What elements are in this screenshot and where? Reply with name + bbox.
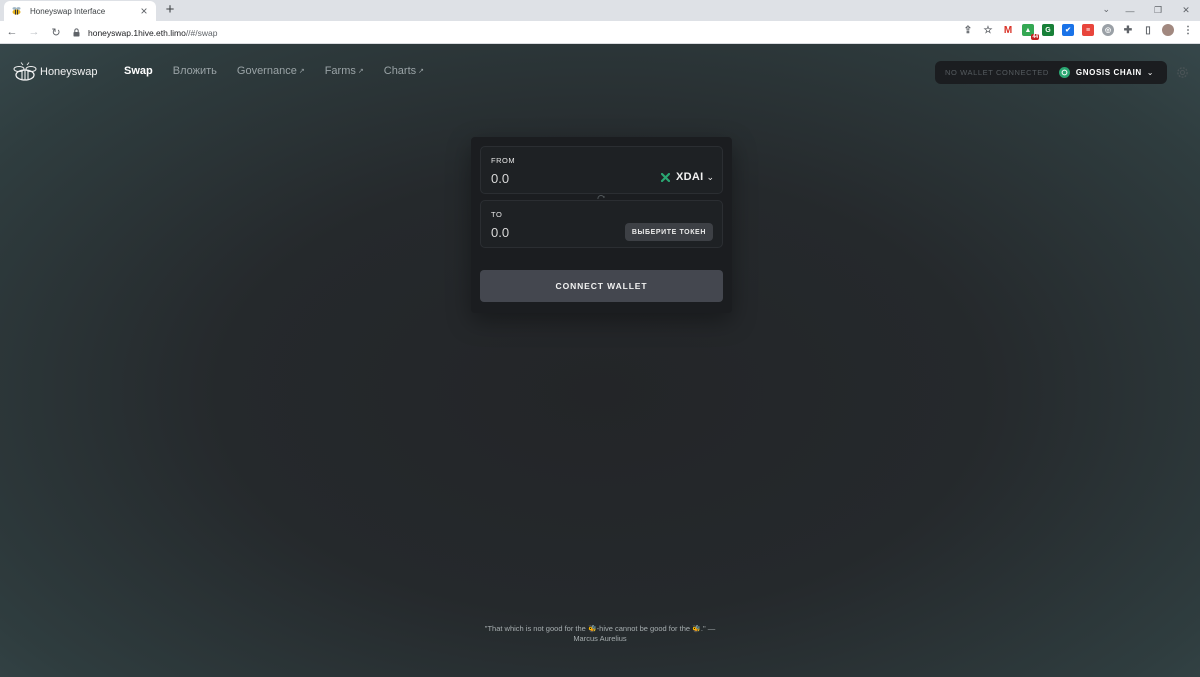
share-icon[interactable]: ⇪ xyxy=(962,24,974,36)
bee-emoji-icon: 🐝 xyxy=(692,626,701,633)
brand-name: Honeyswap xyxy=(40,66,98,78)
green-extension-icon[interactable]: ▲ 44 xyxy=(1022,24,1039,40)
grey-extension-icon[interactable]: ◎ xyxy=(1102,24,1114,36)
from-panel: FROM XDAI ⌄ xyxy=(480,146,723,194)
forward-icon[interactable]: → xyxy=(24,26,44,38)
brand-logo[interactable]: Honeyswap xyxy=(12,62,97,82)
tab-close-icon[interactable]: × xyxy=(138,5,150,17)
gmail-extension-icon[interactable]: M xyxy=(1002,24,1014,36)
nav-farms-label: Farms xyxy=(324,65,356,77)
gnosis-chain-icon xyxy=(1058,67,1070,78)
tab-search-icon[interactable]: ⌄ xyxy=(1102,4,1110,15)
quote-part-1: "That which is not good for the xyxy=(484,624,586,633)
url-path: //#/swap xyxy=(185,27,218,38)
red-extension-icon[interactable]: ≡ xyxy=(1082,24,1094,36)
to-panel: TO ВЫБЕРИТЕ ТОКЕН xyxy=(480,200,723,248)
nav-charts[interactable]: Charts ↗ xyxy=(384,65,424,77)
footer-quote: "That which is not good for the 🐝-hive c… xyxy=(450,624,750,643)
nav-governance[interactable]: Governance ↗ xyxy=(237,65,305,77)
nav-farms[interactable]: Farms ↗ xyxy=(325,65,364,77)
chevron-down-icon: ⌄ xyxy=(706,171,714,182)
from-token-label: XDAI xyxy=(675,171,704,183)
to-amount-input[interactable] xyxy=(491,223,611,241)
browser-tabstrip: Honeyswap Interface × + ⌄ — ❐ ✕ xyxy=(0,0,1200,21)
select-token-button[interactable]: ВЫБЕРИТЕ ТОКЕН xyxy=(624,223,713,241)
blue-extension-icon[interactable]: ✔ xyxy=(1062,24,1074,36)
from-amount-input[interactable] xyxy=(491,169,611,187)
nav-governance-label: Governance xyxy=(236,65,297,77)
app-header: Honeyswap Swap Вложить Governance ↗ Farms… xyxy=(0,44,1200,100)
window-close-icon[interactable]: ✕ xyxy=(1172,5,1200,16)
nav-pool[interactable]: Вложить xyxy=(173,65,217,77)
browser-tab[interactable]: Honeyswap Interface × xyxy=(4,1,156,21)
quote-part-3: ." — xyxy=(700,624,716,633)
puzzle-extensions-icon[interactable]: ✚ xyxy=(1122,24,1134,36)
to-label: TO xyxy=(491,210,503,219)
new-tab-icon[interactable]: + xyxy=(162,2,178,18)
from-token-select[interactable]: XDAI ⌄ xyxy=(661,171,714,183)
profile-avatar[interactable] xyxy=(1162,24,1174,36)
external-link-icon: ↗ xyxy=(418,68,425,75)
window-controls: — ❐ ✕ xyxy=(1116,0,1200,21)
quote-author: Marcus Aurelius xyxy=(573,634,627,643)
from-label: FROM xyxy=(491,156,516,165)
bookmark-star-icon[interactable]: ☆ xyxy=(982,24,994,36)
sheets-extension-icon[interactable]: G xyxy=(1042,24,1054,36)
external-link-icon: ↗ xyxy=(357,68,364,75)
xdai-token-icon xyxy=(661,172,671,182)
back-icon[interactable]: ← xyxy=(2,26,22,38)
side-panel-icon[interactable]: ▯ xyxy=(1142,24,1154,36)
extension-badge: 44 xyxy=(1031,34,1039,40)
restore-icon[interactable]: ❐ xyxy=(1144,5,1172,16)
bee-logo-icon xyxy=(13,62,37,81)
wallet-status-box: NO WALLET CONNECTED GNOSIS CHAIN ⌄ xyxy=(935,61,1167,84)
chevron-down-icon: ⌄ xyxy=(1146,68,1154,77)
wallet-status: NO WALLET CONNECTED xyxy=(945,68,1049,77)
chain-label: GNOSIS CHAIN xyxy=(1075,68,1142,77)
minimize-icon[interactable]: — xyxy=(1116,6,1144,16)
tab-title: Honeyswap Interface xyxy=(30,6,106,16)
reload-icon[interactable]: ↻ xyxy=(46,26,66,39)
main-nav: Swap Вложить Governance ↗ Farms ↗ Charts ↗ xyxy=(124,65,444,77)
quote-part-2: -hive cannot be good for the xyxy=(596,624,691,633)
lock-icon xyxy=(70,27,82,39)
gear-icon[interactable] xyxy=(1176,66,1189,79)
honeyswap-app: Honeyswap Swap Вложить Governance ↗ Farms… xyxy=(0,44,1200,677)
bee-emoji-icon: 🐝 xyxy=(587,626,597,633)
browser-menu-icon[interactable]: ⋮ xyxy=(1182,24,1194,36)
chain-selector-button[interactable]: GNOSIS CHAIN ⌄ xyxy=(1058,67,1154,78)
external-link-icon: ↗ xyxy=(298,68,305,75)
swap-card: FROM XDAI ⌄ TO ВЫБЕРИТЕ ТОКЕН CONNECT WA… xyxy=(471,137,732,313)
url-host: honeyswap.1hive.eth.limo xyxy=(88,27,186,38)
extensions-area: ⇪ ☆ M ▲ 44 G ✔ ≡ ◎ ✚ ▯ ⋮ xyxy=(962,24,1194,40)
nav-charts-label: Charts xyxy=(383,65,417,77)
nav-swap[interactable]: Swap xyxy=(124,65,153,77)
connect-wallet-button[interactable]: CONNECT WALLET xyxy=(480,270,723,302)
browser-toolbar: ← → ↻ honeyswap.1hive.eth.limo//#/swap ⇪… xyxy=(0,21,1200,44)
bee-favicon-icon xyxy=(10,5,22,17)
